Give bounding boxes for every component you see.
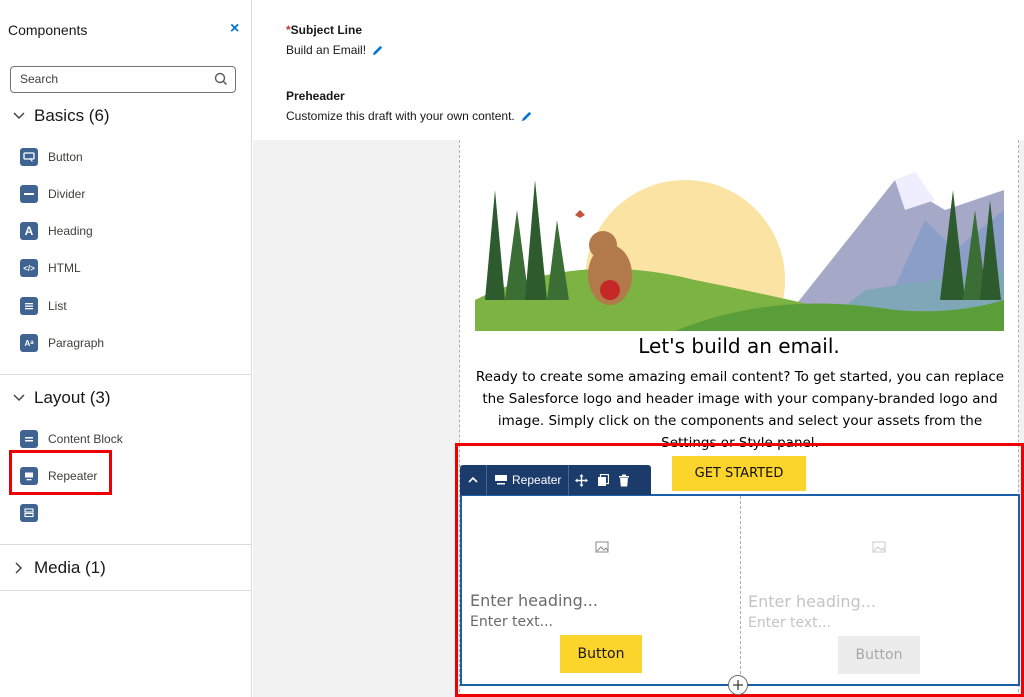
close-icon[interactable]: × [230,20,239,38]
component-heading[interactable]: A Heading [20,220,93,242]
preheader-value[interactable]: Customize this draft with your own conte… [286,109,533,123]
heading-icon: A [20,222,38,240]
component-html[interactable]: </> HTML [20,257,81,279]
paragraph-icon: Aa [20,334,38,352]
component-label: Divider [48,187,86,201]
email-paragraph[interactable]: Ready to create some amazing email conte… [470,366,1010,454]
component-layout[interactable] [20,502,48,524]
component-paragraph[interactable]: Aa Paragraph [20,332,104,354]
preheader-text: Customize this draft with your own conte… [286,109,515,123]
section-divider [0,590,252,591]
search-input[interactable]: Search [10,66,236,93]
button-icon [20,148,38,166]
component-label: List [48,299,67,313]
search-placeholder: Search [20,72,59,86]
component-divider[interactable]: Divider [20,183,85,205]
group-layout[interactable]: Layout (3) [12,388,111,408]
group-label: Media (1) [34,558,106,577]
layout-icon [20,504,38,522]
component-label: HTML [48,261,81,275]
search-icon [214,72,228,86]
header-image[interactable] [475,150,1004,331]
preheader-label: Preheader [286,89,345,103]
subject-label-text: Subject Line [290,23,363,37]
add-block-icon[interactable] [728,675,748,695]
chevron-right-icon [15,562,23,574]
component-label: Heading [48,224,93,238]
repeater-area-highlight [455,443,1024,697]
component-label: Paragraph [48,336,105,350]
component-list[interactable]: List [20,295,67,317]
group-media[interactable]: Media (1) [12,558,106,578]
panel-title: Components [8,22,88,38]
section-divider [0,374,252,375]
subject-text: Build an Email! [286,43,367,57]
divider-icon [20,185,38,203]
component-label: Content Block [48,432,123,446]
edit-pencil-icon[interactable] [520,110,533,123]
list-icon [20,297,38,315]
components-header: Components × [0,0,251,58]
component-label: Button [48,150,83,164]
section-divider [0,544,252,545]
repeater-highlight [9,450,112,495]
group-label: Layout (3) [34,388,111,407]
content-block-icon [20,430,38,448]
components-panel: Components × Search Basics (6) Button Di… [0,0,252,697]
subject-line-value[interactable]: Build an Email! [286,43,384,57]
subject-line-label: *Subject Line [286,23,362,37]
chevron-down-icon [13,394,25,402]
component-content-block[interactable]: Content Block [20,428,123,450]
component-button[interactable]: Button [20,146,83,168]
edit-pencil-icon[interactable] [371,44,384,57]
group-basics[interactable]: Basics (6) [12,106,110,126]
chevron-down-icon [13,112,25,120]
email-heading[interactable]: Let's build an email. [459,334,1019,358]
html-icon: </> [20,259,38,277]
group-label: Basics (6) [34,106,110,125]
